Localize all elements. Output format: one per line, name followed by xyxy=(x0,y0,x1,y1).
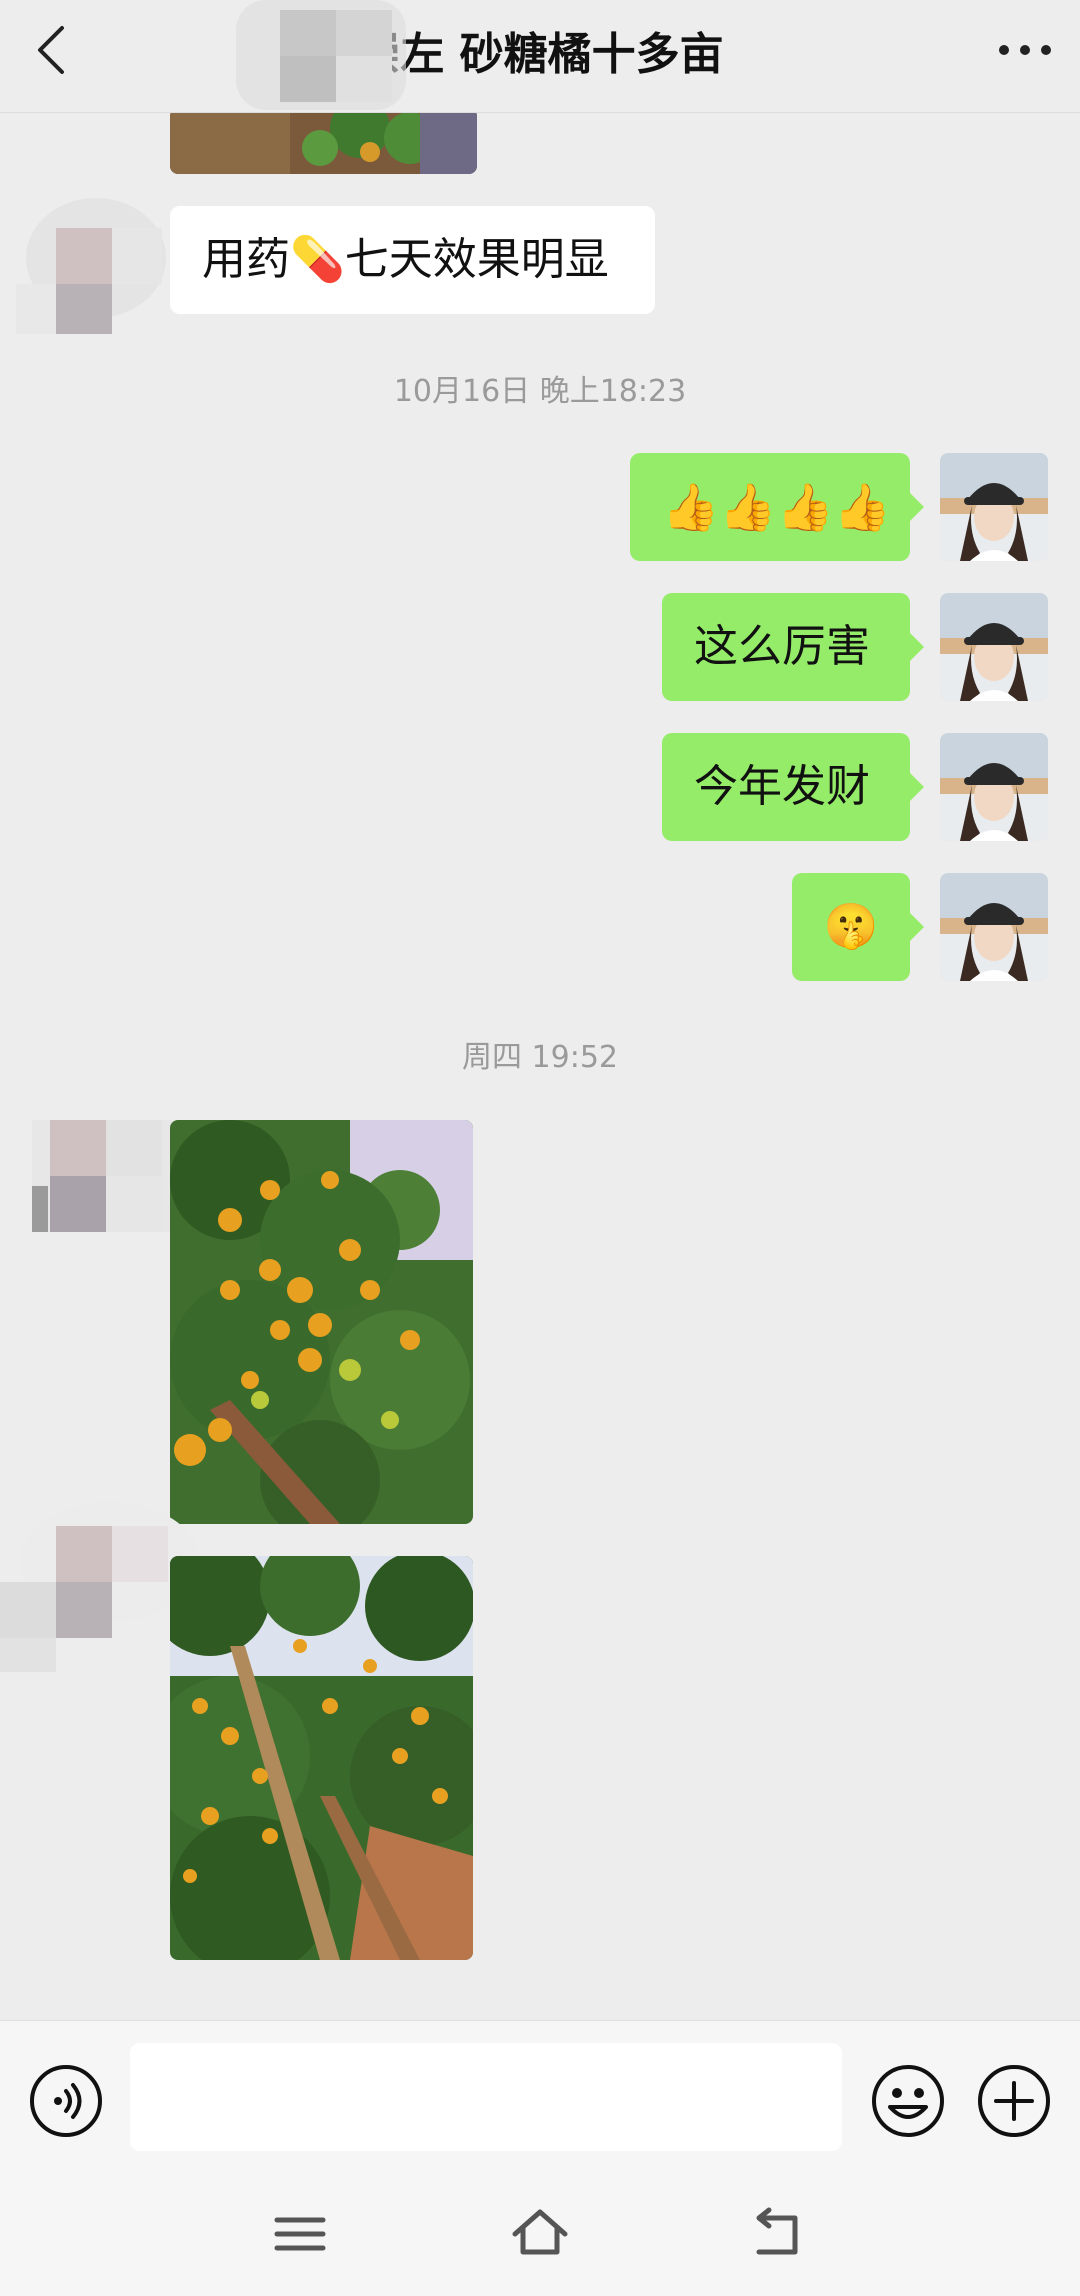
image-message-orchard-partial[interactable] xyxy=(170,112,477,174)
contact-avatar-blurred[interactable] xyxy=(32,1120,172,1232)
voice-icon[interactable] xyxy=(28,2063,104,2139)
chat-header: 崇左 砂糖橘十多亩 xyxy=(0,0,1080,113)
my-avatar[interactable] xyxy=(940,733,1048,841)
menu-icon[interactable] xyxy=(265,2204,335,2264)
chat-title: 崇左 砂糖橘十多亩 xyxy=(356,29,724,80)
my-avatar[interactable] xyxy=(940,593,1048,701)
message-bubble-right[interactable]: 今年发财 xyxy=(662,733,924,841)
message-bubble-left[interactable]: 用药💊七天效果明显 xyxy=(170,206,655,314)
chat-message-list[interactable]: 用药💊七天效果明显 10月16日 晚上18:23 👍👍👍👍 这么厉害 今年发财 xyxy=(0,112,1080,2020)
timestamp: 10月16日 晚上18:23 xyxy=(393,374,687,409)
image-message-orchard-rows[interactable] xyxy=(170,1556,473,1960)
message-input-bar xyxy=(0,2020,1080,2179)
back-icon[interactable] xyxy=(745,2204,815,2264)
image-message-orange-tree[interactable] xyxy=(170,1120,473,1524)
my-avatar[interactable] xyxy=(940,873,1048,981)
my-avatar[interactable] xyxy=(940,453,1048,561)
censor-mosaic xyxy=(236,0,406,110)
plus-icon[interactable] xyxy=(976,2063,1052,2139)
message-bubble-right[interactable]: 🤫 xyxy=(792,873,924,981)
system-nav-bar xyxy=(0,2178,1080,2296)
message-input[interactable] xyxy=(130,2043,842,2151)
contact-avatar-blurred[interactable] xyxy=(16,188,166,338)
message-bubble-right[interactable]: 👍👍👍👍 xyxy=(630,453,924,561)
timestamp: 周四 19:52 xyxy=(462,1040,618,1075)
emoji-icon[interactable] xyxy=(870,2063,946,2139)
more-dots-icon[interactable] xyxy=(990,22,1060,78)
home-icon[interactable] xyxy=(505,2204,575,2264)
message-bubble-right[interactable]: 这么厉害 xyxy=(662,593,924,701)
